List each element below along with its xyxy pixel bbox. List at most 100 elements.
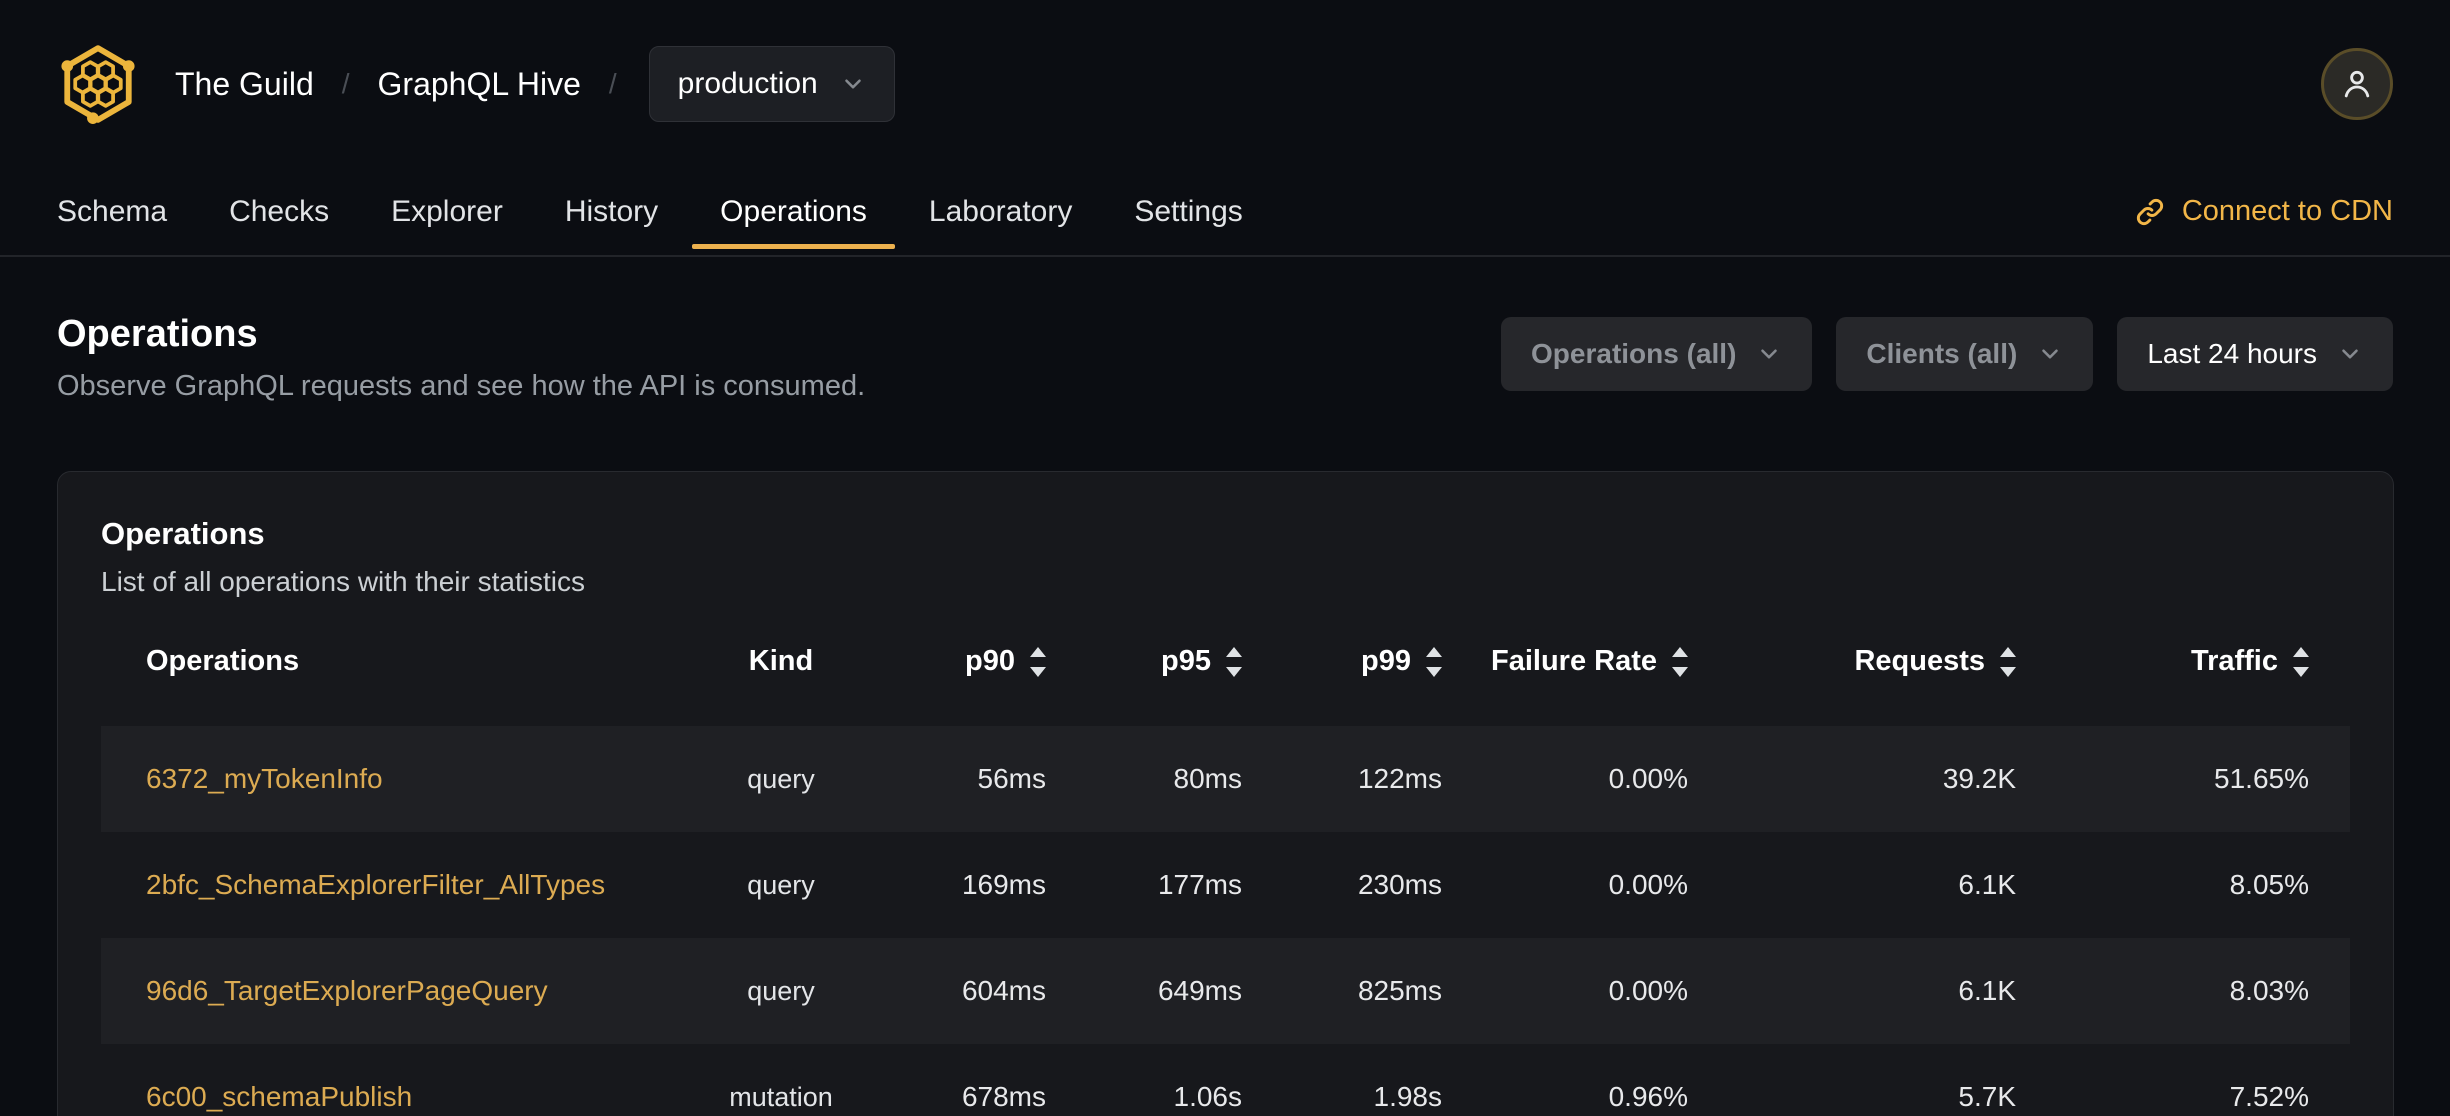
card-title: Operations (101, 516, 265, 551)
cell-kind: query (706, 976, 856, 1007)
target-select[interactable]: production (648, 46, 895, 122)
sort-arrows-icon[interactable] (1672, 646, 1688, 677)
cell-kind: mutation (706, 1082, 856, 1113)
column-header-kind: Kind (706, 645, 856, 678)
connect-to-cdn-label: Connect to CDN (2181, 195, 2393, 227)
column-header-p99[interactable]: p99 (1242, 645, 1442, 678)
column-header-p90[interactable]: p90 (856, 645, 1046, 678)
cell-traffic: 8.03% (2229, 975, 2309, 1006)
main-content: Operations Observe GraphQL requests and … (0, 257, 2450, 1116)
cell-p99: 122ms (1357, 763, 1442, 794)
cell-failure_rate: 0.96% (1608, 1081, 1688, 1112)
cell-requests: 6.1K (1958, 975, 2016, 1006)
filters: Operations (all) Clients (all) Last 24 hou… (1501, 317, 2393, 391)
cell-p95: 649ms (1157, 975, 1242, 1006)
chevron-down-icon (2042, 349, 2059, 359)
breadcrumb-project[interactable]: GraphQL Hive (378, 66, 581, 103)
breadcrumb-separator: / (341, 68, 350, 99)
column-header-p95[interactable]: p95 (1046, 645, 1242, 678)
tab-laboratory[interactable]: Laboratory (929, 168, 1072, 255)
page-subtitle: Observe GraphQL requests and see how the… (57, 370, 866, 402)
cell-p95: 80ms (1173, 763, 1242, 794)
column-label: Operations (146, 645, 300, 677)
column-header-requests[interactable]: Requests (1738, 645, 2065, 678)
link-icon (2136, 198, 2163, 225)
card-subtitle: List of all operations with their statis… (101, 566, 585, 597)
chevron-down-icon (1761, 349, 1778, 359)
page-head: Operations Observe GraphQL requests and … (0, 257, 2450, 403)
cell-kind: query (706, 870, 856, 901)
table-row: 2bfc_SchemaExplorerFilter_AllTypes query 1… (101, 832, 2350, 938)
column-header-failure-rate[interactable]: Failure Rate (1442, 645, 1738, 678)
tab-schema[interactable]: Schema (57, 168, 167, 255)
user-icon (2344, 70, 2370, 98)
breadcrumb-org[interactable]: The Guild (175, 66, 314, 103)
operation-name-link[interactable]: 2bfc_SchemaExplorerFilter_AllTypes (146, 869, 605, 901)
cell-name: 6c00_schemaPublish (101, 1081, 706, 1113)
operation-name-link[interactable]: 96d6_TargetExplorerPageQuery (146, 975, 548, 1007)
connect-to-cdn-link[interactable]: Connect to CDN (2134, 195, 2393, 228)
chevron-down-icon (844, 79, 861, 89)
operation-name-link[interactable]: 6372_myTokenInfo (146, 763, 383, 795)
breadcrumb-separator: / (608, 68, 617, 99)
filter-operations-all-[interactable]: Operations (all) (1501, 317, 1813, 391)
filter-label: Operations (all) (1531, 338, 1737, 369)
column-label: p90 (965, 645, 1015, 677)
cell-p90: 169ms (961, 869, 1046, 900)
cell-kind: query (706, 764, 856, 795)
operation-kind: query (747, 763, 815, 794)
tab-settings[interactable]: Settings (1134, 168, 1242, 255)
hive-logo-icon[interactable] (57, 43, 139, 125)
cell-failure_rate: 0.00% (1608, 763, 1688, 794)
cell-p99: 230ms (1357, 869, 1442, 900)
tab-operations[interactable]: Operations (692, 168, 895, 255)
table-row: 6372_myTokenInfo query 56ms 80ms 122ms 0.00% 3… (101, 726, 2350, 832)
cell-name: 2bfc_SchemaExplorerFilter_AllTypes (101, 869, 706, 901)
cell-traffic: 7.52% (2229, 1081, 2309, 1112)
cell-name: 96d6_TargetExplorerPageQuery (101, 975, 706, 1007)
cell-failure_rate: 0.00% (1608, 975, 1688, 1006)
column-label: p99 (1361, 645, 1411, 677)
operation-name-link[interactable]: 6c00_schemaPublish (146, 1081, 412, 1113)
target-select-value: production (677, 67, 818, 100)
cell-p95: 177ms (1157, 869, 1242, 900)
cell-requests: 39.2K (1942, 763, 2016, 794)
tab-explorer[interactable]: Explorer (391, 168, 503, 255)
table-header-row: Operations Kind p90 p95 p99 Failure Rate Reque… (101, 626, 2350, 697)
chevron-down-icon (2342, 349, 2358, 359)
operation-kind: query (747, 869, 815, 900)
sort-arrows-icon[interactable] (1030, 646, 1046, 677)
page-title: Operations (57, 313, 258, 355)
sort-arrows-icon[interactable] (2293, 646, 2309, 677)
user-menu-button[interactable] (2321, 48, 2393, 120)
operations-table: Operations Kind p90 p95 p99 Failure Rate Reque… (101, 626, 2350, 1116)
sort-arrows-icon[interactable] (1426, 646, 1442, 677)
cell-traffic: 51.65% (2214, 763, 2309, 794)
column-label: Kind (748, 645, 814, 677)
table-body: 6372_myTokenInfo query 56ms 80ms 122ms 0.00% 3… (101, 726, 2350, 1116)
column-header-operations: Operations (101, 645, 706, 678)
column-label: Requests (1854, 645, 1985, 677)
table-row: 6c00_schemaPublish mutation 678ms 1.06s 1.98… (101, 1044, 2350, 1116)
table-row: 96d6_TargetExplorerPageQuery query 604ms 64… (101, 938, 2350, 1044)
column-label: Failure Rate (1491, 645, 1657, 677)
cell-failure_rate: 0.00% (1608, 869, 1688, 900)
operations-card: Operations List of all operations with t… (57, 471, 2394, 1116)
sort-arrows-icon[interactable] (1226, 646, 1242, 677)
breadcrumb: The Guild / GraphQL Hive / production (175, 46, 895, 122)
filter-last-24-hours[interactable]: Last 24 hours (2117, 317, 2393, 391)
column-label: Traffic (2190, 645, 2278, 677)
cell-p99: 1.98s (1373, 1081, 1443, 1112)
column-label: p95 (1161, 645, 1211, 677)
cell-traffic: 8.05% (2229, 869, 2309, 900)
sort-arrows-icon[interactable] (2000, 646, 2016, 677)
cell-requests: 5.7K (1958, 1081, 2016, 1112)
topbar: The Guild / GraphQL Hive / production (0, 0, 2450, 168)
tab-checks[interactable]: Checks (229, 168, 329, 255)
tab-history[interactable]: History (565, 168, 658, 255)
column-header-traffic[interactable]: Traffic (2065, 645, 2350, 678)
cell-name: 6372_myTokenInfo (101, 763, 706, 795)
filter-clients-all-[interactable]: Clients (all) (1836, 317, 2094, 391)
operation-kind: query (747, 975, 815, 1006)
cell-p99: 825ms (1357, 975, 1442, 1006)
